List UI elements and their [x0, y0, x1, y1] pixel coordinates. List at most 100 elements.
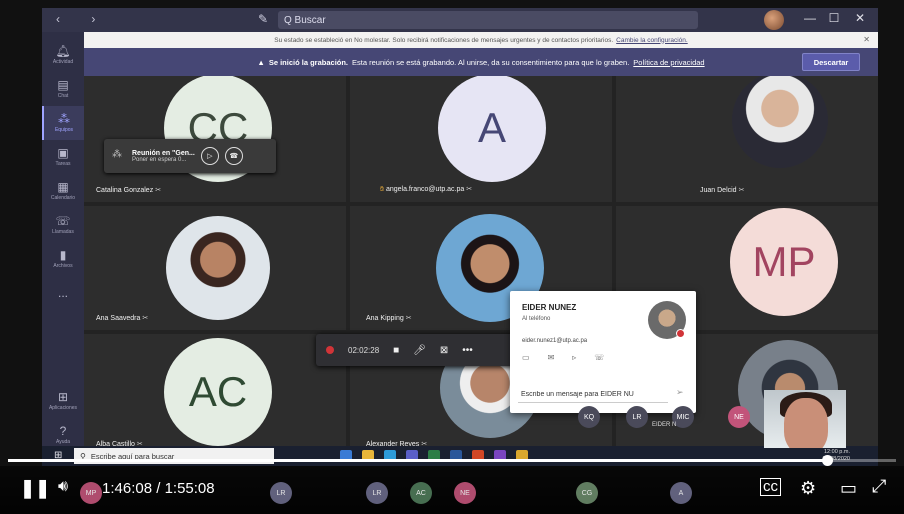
bell-icon: 🔔︎ — [55, 44, 71, 58]
settings-gear-icon[interactable]: ⚙︎ — [800, 478, 816, 499]
mic-off-icon: ✂︎ — [738, 187, 745, 194]
rail-item-chat[interactable]: ▤ Chat — [42, 72, 84, 106]
windows-taskbar: ⊞ ⚲ 12:00 p.m. 06/08/2020 — [42, 446, 878, 466]
mic-off-icon: ✂︎ — [155, 187, 162, 194]
teams-window: ‹ › ✎ — ☐ ✕ 🔔︎Actividad ▤Chat ⁂Equipos ▣… — [42, 8, 878, 456]
nav-arrows[interactable]: ‹ › — [56, 12, 109, 26]
message-input[interactable] — [518, 387, 668, 403]
user-avatar[interactable] — [764, 10, 784, 30]
progress-fill — [8, 459, 827, 462]
meeting-stage: CC Catalina Gonzalez ✂︎ A ✋︎ angela.franc… — [84, 76, 878, 456]
teams-icon: ⁂ — [112, 149, 122, 160]
close-window-button[interactable]: ✕ — [852, 11, 868, 25]
meeting-chip-text: Reunión en "Gen... Poner en espera 0... — [132, 150, 195, 163]
avatar: A — [438, 76, 546, 182]
search-input[interactable] — [284, 14, 664, 26]
captions-icon[interactable]: cc — [760, 478, 781, 496]
avatar: MP — [730, 208, 838, 316]
raised-hand-icon: ✋︎ — [380, 186, 384, 193]
privacy-policy-link[interactable]: Política de privacidad — [633, 58, 704, 67]
theater-mode-icon[interactable]: ▭ — [840, 478, 857, 499]
tasks-icon: ▣ — [57, 146, 69, 160]
mic-off-icon: ✂︎ — [142, 315, 149, 322]
time-separator: / — [156, 480, 161, 497]
mic-off-icon: ✂︎ — [466, 186, 473, 193]
volume-icon[interactable]: 🔊︎ — [58, 478, 68, 496]
mini-avatar-lr[interactable]: LR — [626, 406, 648, 428]
self-view-video — [764, 390, 846, 448]
presence-busy-icon — [676, 329, 685, 338]
warning-icon: ▲ — [257, 57, 265, 67]
total-duration: 1:55:08 — [164, 480, 215, 497]
phone-icon[interactable]: ☏ — [594, 353, 604, 362]
rail-item-llamadas[interactable]: ☏ Llamadas — [42, 208, 84, 242]
send-icon[interactable]: ➢ — [676, 387, 684, 398]
current-time: 1:46:08 — [102, 480, 153, 497]
dismiss-button[interactable]: Descartar — [802, 53, 860, 71]
dnd-close-icon[interactable]: ✕ — [863, 35, 870, 44]
search-box[interactable] — [278, 11, 698, 29]
camera-icon[interactable]: ■ — [393, 345, 399, 356]
participant-photo — [166, 216, 270, 320]
participant-tile-ana-saavedra[interactable]: Ana Saavedra ✂︎ — [84, 206, 346, 330]
participant-tile-angela[interactable]: A ✋︎ angela.franco@utp.ac.pa ✂︎ — [350, 76, 612, 202]
avatar: AC — [164, 338, 272, 446]
participant-name: Ana Saavedra ✂︎ — [96, 315, 149, 322]
participant-name: Juan Delcid ✂︎ — [700, 187, 745, 194]
dnd-text: Su estado se estableció en No molestar. … — [274, 36, 614, 44]
mic-off-icon: ✂︎ — [405, 315, 412, 322]
title-bar: ‹ › ✎ — ☐ ✕ — [42, 8, 878, 32]
compose-icon[interactable]: ✎ — [258, 12, 272, 26]
maximize-button[interactable]: ☐ — [826, 11, 842, 25]
share-screen-icon[interactable]: ⊠ — [440, 345, 448, 356]
forward-arrow-icon[interactable]: › — [91, 12, 109, 26]
rail-item-equipos[interactable]: ⁂ Equipos — [42, 106, 84, 140]
contact-email[interactable]: eider.nunez1@utp.ac.pa — [522, 338, 587, 344]
calendar-icon: ▦ — [57, 180, 69, 194]
more-icon: ... — [57, 286, 68, 300]
strip-avatar: NE — [454, 482, 476, 504]
chat-icon[interactable]: ▭ — [522, 353, 530, 362]
rail-item-archivos[interactable]: ▮ Archivos — [42, 242, 84, 276]
participant-photo — [732, 76, 828, 168]
more-options-icon[interactable]: ••• — [462, 345, 473, 356]
help-icon: ? — [59, 424, 67, 438]
progress-scrubber[interactable] — [821, 455, 833, 466]
mini-avatar-ne[interactable]: NE — [728, 406, 750, 428]
minimize-button[interactable]: — — [802, 11, 818, 25]
rail-item-more[interactable]: ... — [42, 276, 84, 310]
mail-icon[interactable]: ✉︎ — [548, 353, 555, 362]
fullscreen-icon[interactable]: ⤢ — [872, 476, 886, 497]
microphone-icon[interactable]: 🎤︎ — [413, 345, 426, 356]
rail-item-calendario[interactable]: ▦ Calendario — [42, 174, 84, 208]
hang-up-icon[interactable]: ☎ — [224, 147, 243, 165]
participant-name: ✋︎ angela.franco@utp.ac.pa ✂︎ — [380, 186, 473, 193]
mini-avatar-kq[interactable]: KQ — [578, 406, 600, 428]
meeting-chip[interactable]: ⁂ Reunión en "Gen... Poner en espera 0..… — [104, 139, 276, 173]
player-controls: ❚❚ 🔊︎ 1:46:08 / 1:55:08 MP LR LR AC NE CG A cc… — [0, 466, 904, 514]
video-call-icon[interactable]: ▹ — [572, 353, 576, 362]
back-arrow-icon[interactable]: ‹ — [56, 12, 74, 26]
recording-text: Esta reunión se está grabando. Al unirse… — [352, 57, 630, 67]
participant-tile-alba[interactable]: AC Alba Castillo ✂︎ — [84, 334, 346, 456]
phone-icon: ☏ — [55, 214, 71, 228]
files-icon: ▮ — [59, 248, 67, 262]
dnd-banner: Su estado se estableció en No molestar. … — [84, 32, 878, 48]
meeting-chip-subtitle: Poner en espera 0... — [132, 156, 187, 163]
rail-item-actividad[interactable]: 🔔︎ Actividad — [42, 38, 84, 72]
resume-icon[interactable]: ▷ — [200, 147, 219, 165]
call-timer: 02:02:28 — [348, 345, 380, 355]
pause-icon[interactable]: ❚❚ — [20, 478, 50, 499]
dnd-settings-link[interactable]: Cambie la configuración. — [616, 37, 688, 44]
progress-bar[interactable] — [8, 455, 896, 466]
contact-card: EIDER NUNEZ Al teléfono eider.nunez1@utp… — [510, 291, 696, 413]
rail-item-tareas[interactable]: ▣ Tareas — [42, 140, 84, 174]
recording-dot-icon — [326, 346, 334, 354]
strip-avatar: A — [670, 482, 692, 504]
apps-icon: ⊞ — [57, 390, 69, 404]
chat-icon: ▤ — [57, 78, 69, 92]
self-view-face — [784, 398, 828, 448]
rail-item-aplicaciones[interactable]: ⊞ Aplicaciones — [42, 384, 84, 418]
participant-tile-juan[interactable]: Juan Delcid ✂︎ — [616, 76, 878, 202]
strip-avatar: AC — [410, 482, 432, 504]
